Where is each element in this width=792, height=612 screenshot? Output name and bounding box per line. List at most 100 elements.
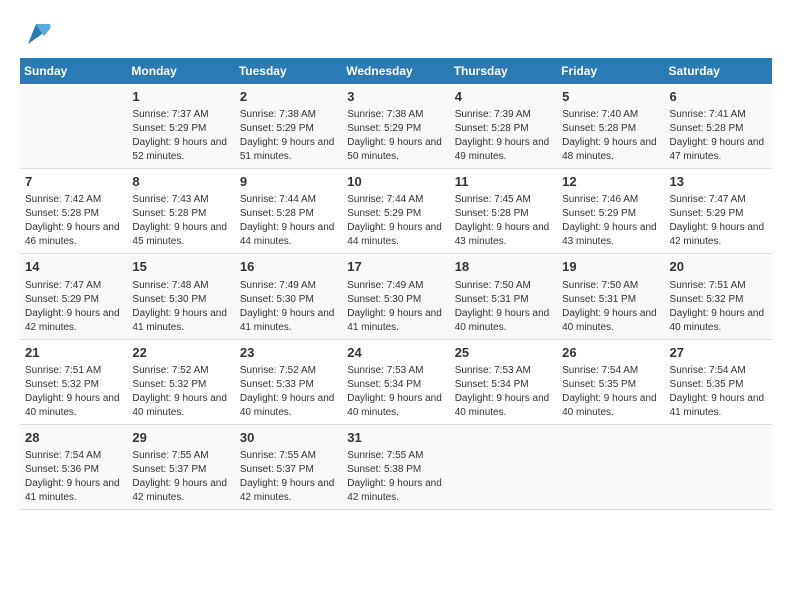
day-info: Sunrise: 7:46 AMSunset: 5:29 PMDaylight:… <box>562 193 659 249</box>
day-cell: 1 Sunrise: 7:37 AMSunset: 5:29 PMDaylight… <box>127 84 234 169</box>
day-number: 31 <box>347 429 444 447</box>
day-number: 18 <box>455 258 552 276</box>
day-number: 19 <box>562 258 659 276</box>
week-row-4: 21 Sunrise: 7:51 AMSunset: 5:32 PMDayligh… <box>20 339 772 424</box>
day-number: 30 <box>240 429 337 447</box>
day-cell: 11 Sunrise: 7:45 AMSunset: 5:28 PMDayligh… <box>450 169 557 254</box>
week-row-3: 14Sunrise: 7:47 AMSunset: 5:29 PMDayligh… <box>20 254 772 339</box>
day-cell: 9 Sunrise: 7:44 AMSunset: 5:28 PMDaylight… <box>235 169 342 254</box>
day-number: 21 <box>25 344 122 362</box>
day-number: 6 <box>670 88 767 106</box>
day-cell: 12 Sunrise: 7:46 AMSunset: 5:29 PMDayligh… <box>557 169 664 254</box>
day-info: Sunrise: 7:51 AMSunset: 5:32 PMDaylight:… <box>670 279 767 335</box>
day-cell: 6 Sunrise: 7:41 AMSunset: 5:28 PMDaylight… <box>665 84 772 169</box>
day-cell: 17 Sunrise: 7:49 AMSunset: 5:30 PMDayligh… <box>342 254 449 339</box>
header-wednesday: Wednesday <box>342 58 449 84</box>
day-info: Sunrise: 7:51 AMSunset: 5:32 PMDaylight:… <box>25 364 122 420</box>
day-info: Sunrise: 7:50 AMSunset: 5:31 PMDaylight:… <box>455 279 552 335</box>
day-info: Sunrise: 7:37 AMSunset: 5:29 PMDaylight:… <box>132 108 229 164</box>
day-info: Sunrise: 7:43 AMSunset: 5:28 PMDaylight:… <box>132 193 229 249</box>
day-number: 5 <box>562 88 659 106</box>
day-number: 2 <box>240 88 337 106</box>
calendar-table: SundayMondayTuesdayWednesdayThursdayFrid… <box>20 58 772 510</box>
day-info: Sunrise: 7:45 AMSunset: 5:28 PMDaylight:… <box>455 193 552 249</box>
day-info: Sunrise: 7:52 AMSunset: 5:33 PMDaylight:… <box>240 364 337 420</box>
day-info: Sunrise: 7:44 AMSunset: 5:28 PMDaylight:… <box>240 193 337 249</box>
day-cell: 16Sunrise: 7:49 AMSunset: 5:30 PMDayligh… <box>235 254 342 339</box>
day-info: Sunrise: 7:39 AMSunset: 5:28 PMDaylight:… <box>455 108 552 164</box>
day-info: Sunrise: 7:55 AMSunset: 5:38 PMDaylight:… <box>347 449 444 505</box>
day-number: 13 <box>670 173 767 191</box>
day-info: Sunrise: 7:48 AMSunset: 5:30 PMDaylight:… <box>132 279 229 335</box>
day-number: 23 <box>240 344 337 362</box>
day-info: Sunrise: 7:53 AMSunset: 5:34 PMDaylight:… <box>455 364 552 420</box>
day-cell: 23 Sunrise: 7:52 AMSunset: 5:33 PMDayligh… <box>235 339 342 424</box>
day-cell: 15 Sunrise: 7:48 AMSunset: 5:30 PMDayligh… <box>127 254 234 339</box>
day-info: Sunrise: 7:41 AMSunset: 5:28 PMDaylight:… <box>670 108 767 164</box>
week-row-5: 28 Sunrise: 7:54 AMSunset: 5:36 PMDayligh… <box>20 424 772 509</box>
day-number: 11 <box>455 173 552 191</box>
day-info: Sunrise: 7:54 AMSunset: 5:35 PMDaylight:… <box>562 364 659 420</box>
day-number: 16 <box>240 258 337 276</box>
day-number: 28 <box>25 429 122 447</box>
day-number: 12 <box>562 173 659 191</box>
day-number: 9 <box>240 173 337 191</box>
day-number: 4 <box>455 88 552 106</box>
day-cell: 22Sunrise: 7:52 AMSunset: 5:32 PMDayligh… <box>127 339 234 424</box>
day-cell <box>665 424 772 509</box>
day-number: 7 <box>25 173 122 191</box>
day-number: 20 <box>670 258 767 276</box>
day-cell <box>557 424 664 509</box>
day-number: 3 <box>347 88 444 106</box>
day-info: Sunrise: 7:47 AMSunset: 5:29 PMDaylight:… <box>670 193 767 249</box>
day-cell: 13 Sunrise: 7:47 AMSunset: 5:29 PMDayligh… <box>665 169 772 254</box>
day-cell <box>450 424 557 509</box>
week-row-2: 7 Sunrise: 7:42 AMSunset: 5:28 PMDaylight… <box>20 169 772 254</box>
day-cell: 21 Sunrise: 7:51 AMSunset: 5:32 PMDayligh… <box>20 339 127 424</box>
day-cell: 25Sunrise: 7:53 AMSunset: 5:34 PMDayligh… <box>450 339 557 424</box>
day-number: 22 <box>132 344 229 362</box>
day-number: 15 <box>132 258 229 276</box>
header-tuesday: Tuesday <box>235 58 342 84</box>
day-cell: 8Sunrise: 7:43 AMSunset: 5:28 PMDaylight… <box>127 169 234 254</box>
day-number: 17 <box>347 258 444 276</box>
day-cell: 10Sunrise: 7:44 AMSunset: 5:29 PMDayligh… <box>342 169 449 254</box>
day-cell: 3 Sunrise: 7:38 AMSunset: 5:29 PMDaylight… <box>342 84 449 169</box>
day-cell: 5 Sunrise: 7:40 AMSunset: 5:28 PMDaylight… <box>557 84 664 169</box>
header-thursday: Thursday <box>450 58 557 84</box>
day-cell <box>20 84 127 169</box>
day-info: Sunrise: 7:40 AMSunset: 5:28 PMDaylight:… <box>562 108 659 164</box>
day-number: 24 <box>347 344 444 362</box>
day-info: Sunrise: 7:49 AMSunset: 5:30 PMDaylight:… <box>347 279 444 335</box>
day-cell: 27Sunrise: 7:54 AMSunset: 5:35 PMDayligh… <box>665 339 772 424</box>
day-cell: 7 Sunrise: 7:42 AMSunset: 5:28 PMDaylight… <box>20 169 127 254</box>
day-cell: 26Sunrise: 7:54 AMSunset: 5:35 PMDayligh… <box>557 339 664 424</box>
day-number: 1 <box>132 88 229 106</box>
logo <box>20 20 56 48</box>
day-cell: 24 Sunrise: 7:53 AMSunset: 5:34 PMDayligh… <box>342 339 449 424</box>
week-row-1: 1 Sunrise: 7:37 AMSunset: 5:29 PMDaylight… <box>20 84 772 169</box>
day-cell: 28 Sunrise: 7:54 AMSunset: 5:36 PMDayligh… <box>20 424 127 509</box>
day-info: Sunrise: 7:38 AMSunset: 5:29 PMDaylight:… <box>347 108 444 164</box>
day-cell: 2 Sunrise: 7:38 AMSunset: 5:29 PMDaylight… <box>235 84 342 169</box>
day-number: 14 <box>25 258 122 276</box>
day-info: Sunrise: 7:54 AMSunset: 5:35 PMDaylight:… <box>670 364 767 420</box>
day-cell: 20 Sunrise: 7:51 AMSunset: 5:32 PMDayligh… <box>665 254 772 339</box>
day-info: Sunrise: 7:50 AMSunset: 5:31 PMDaylight:… <box>562 279 659 335</box>
day-cell: 30Sunrise: 7:55 AMSunset: 5:37 PMDayligh… <box>235 424 342 509</box>
day-info: Sunrise: 7:42 AMSunset: 5:28 PMDaylight:… <box>25 193 122 249</box>
calendar-body: 1 Sunrise: 7:37 AMSunset: 5:29 PMDaylight… <box>20 84 772 509</box>
day-number: 29 <box>132 429 229 447</box>
day-cell: 14Sunrise: 7:47 AMSunset: 5:29 PMDayligh… <box>20 254 127 339</box>
day-info: Sunrise: 7:53 AMSunset: 5:34 PMDaylight:… <box>347 364 444 420</box>
day-cell: 29Sunrise: 7:55 AMSunset: 5:37 PMDayligh… <box>127 424 234 509</box>
logo-icon <box>20 20 52 48</box>
page-header <box>20 20 772 48</box>
day-number: 10 <box>347 173 444 191</box>
header-monday: Monday <box>127 58 234 84</box>
header-row: SundayMondayTuesdayWednesdayThursdayFrid… <box>20 58 772 84</box>
day-cell: 19 Sunrise: 7:50 AMSunset: 5:31 PMDayligh… <box>557 254 664 339</box>
day-info: Sunrise: 7:38 AMSunset: 5:29 PMDaylight:… <box>240 108 337 164</box>
day-info: Sunrise: 7:54 AMSunset: 5:36 PMDaylight:… <box>25 449 122 505</box>
header-friday: Friday <box>557 58 664 84</box>
